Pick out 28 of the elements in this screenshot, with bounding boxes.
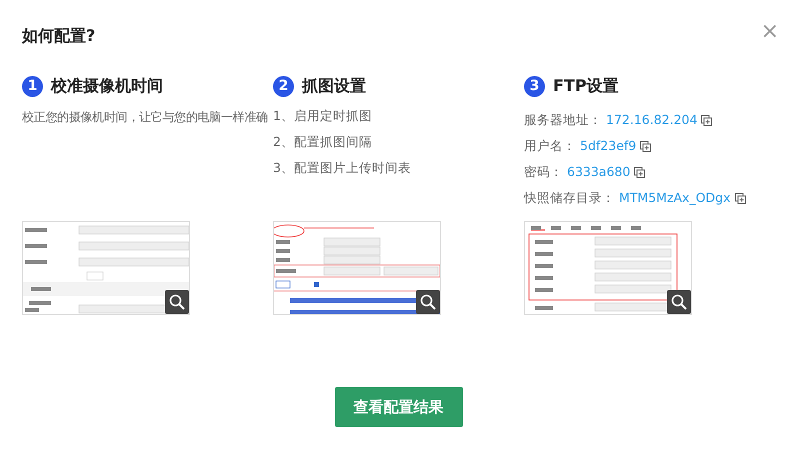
zoom-button[interactable] [165, 290, 189, 314]
copy-icon[interactable] [640, 140, 652, 152]
field-value: MTM5MzAx_ODgx [619, 189, 730, 207]
step-title: 校准摄像机时间 [51, 76, 163, 96]
copy-icon[interactable] [701, 114, 712, 126]
step-list-item: 2、配置抓图间隔 [273, 134, 372, 149]
close-button[interactable]: × [756, 21, 783, 43]
field-value: 172.16.82.204 [606, 111, 698, 129]
step-title: FTP设置 [553, 76, 619, 96]
step-number-badge: 3 [524, 76, 545, 96]
field-value: 6333a680 [567, 163, 630, 181]
step-description: 校正您的摄像机时间，让它与您的电脑一样准确 [22, 109, 269, 126]
step-title: 抓图设置 [302, 76, 366, 96]
view-results-button[interactable]: 查看配置结果 [334, 387, 462, 427]
step-list-item: 1、启用定时抓图 [273, 108, 372, 123]
copy-icon[interactable] [634, 166, 646, 178]
field-label: 快照储存目录： [524, 189, 615, 207]
field-value: 5df23ef9 [580, 137, 636, 155]
field-label: 服务器地址： [524, 111, 602, 129]
step-list-item: 3、配置图片上传时间表 [273, 160, 411, 175]
field-label: 密码： [524, 163, 563, 181]
dialog-title: 如何配置? [22, 26, 96, 46]
step-number-badge: 1 [22, 76, 43, 96]
field-label: 用户名： [524, 137, 576, 155]
zoom-button[interactable] [416, 290, 440, 314]
zoom-button[interactable] [667, 290, 691, 314]
step-number-badge: 2 [273, 76, 294, 96]
copy-icon[interactable] [734, 192, 746, 204]
